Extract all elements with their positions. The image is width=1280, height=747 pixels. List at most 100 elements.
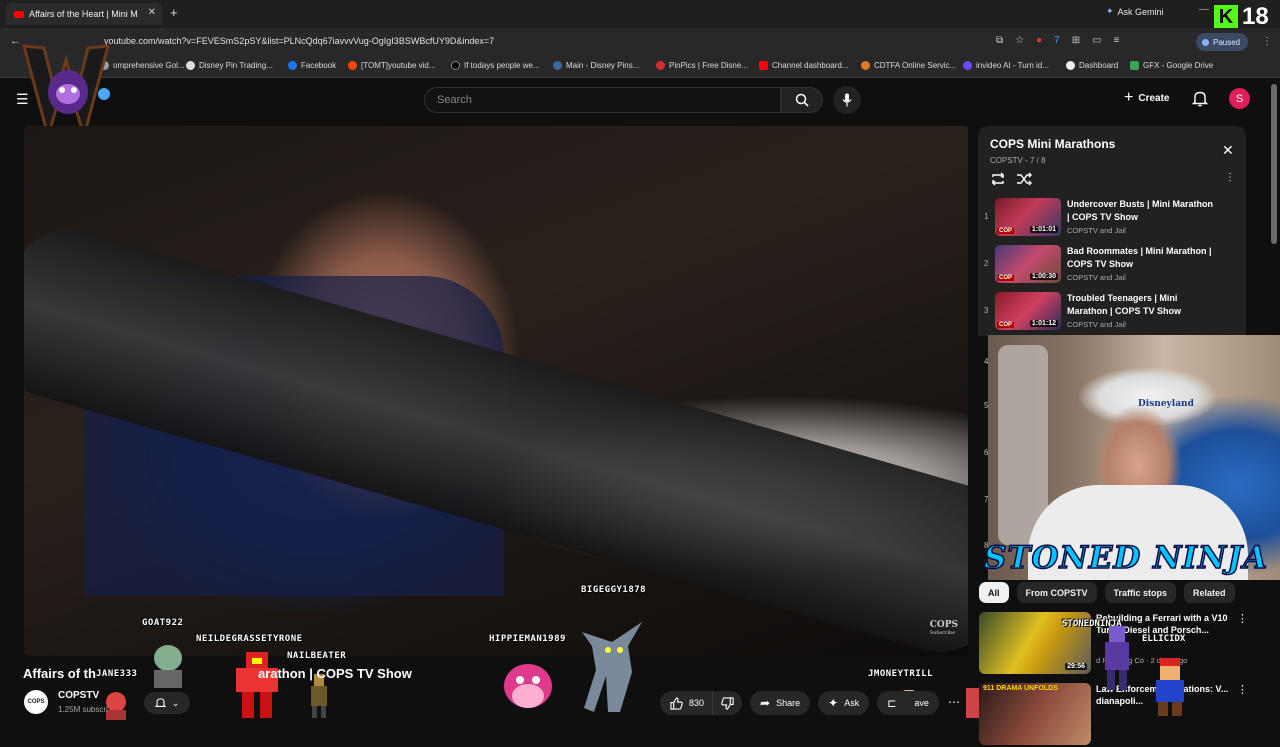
url-field[interactable]: youtube.com/watch?v=FEVESmS2pSY&list=PLN… — [104, 36, 494, 46]
profile-paused-button[interactable]: Paused — [1196, 33, 1249, 51]
playlist-item[interactable]: 3 COP 1:01:12 Troubled Teenagers | Mini … — [978, 290, 1246, 336]
browser-tab-active[interactable]: Affairs of the Heart | Mini M ✕ — [6, 3, 162, 25]
bell-icon — [1191, 91, 1209, 107]
bookmark-item[interactable]: Disney Pin Trading... — [186, 61, 273, 70]
pixel-sprite-ninja — [1105, 626, 1129, 690]
microphone-icon — [842, 93, 852, 107]
playlist-item[interactable]: 1 COP 1:01:01 Undercover Busts | Mini Ma… — [978, 196, 1246, 242]
pixel-sprite-heart-creature — [504, 664, 552, 708]
pixel-sprite-gremlin — [582, 622, 642, 712]
tab-close-icon[interactable]: ✕ — [148, 7, 156, 18]
extensions-puzzle-icon[interactable]: ⊞ — [1072, 35, 1080, 46]
channel-avatar[interactable]: COPS — [24, 690, 48, 714]
chat-overlay-name: HIPPIEMAN1989 — [489, 634, 566, 644]
youtube-header: ☰ Search + Create S — [0, 78, 1280, 122]
chevron-down-icon: ⌄ — [171, 697, 180, 708]
window-minimize-button[interactable]: — — [1199, 4, 1209, 15]
close-icon[interactable]: ✕ — [1222, 142, 1234, 159]
new-tab-button[interactable]: + — [170, 5, 178, 20]
subscribed-notifications-button[interactable]: ⌄ — [144, 692, 190, 714]
chip-all[interactable]: All — [979, 582, 1009, 603]
channel-name[interactable]: COPSTV — [58, 690, 99, 701]
pixel-sprite-mario — [1156, 658, 1184, 716]
ask-gemini-label: Ask Gemini — [1117, 6, 1164, 17]
bookmark-item[interactable]: Channel dashboard... — [759, 61, 849, 70]
playlist-item-channel: COPSTV and Jail — [1067, 320, 1126, 329]
cops-badge: COP — [997, 322, 1015, 328]
bookmark-item[interactable]: [TOMT]youtube vid... — [348, 61, 436, 70]
playlist-index: 4 — [984, 357, 989, 366]
playlist-title[interactable]: COPS Mini Marathons — [990, 137, 1115, 151]
video-actions: 830 ➦ Share ✦ Ask ⊏ ave — [660, 691, 939, 715]
playlist-thumbnail: COP 1:00:30 — [995, 245, 1061, 283]
cops-watermark[interactable]: COPS Subscribe — [930, 620, 958, 636]
search-input[interactable]: Search — [424, 87, 781, 113]
chat-overlay-name: BIGEGGY1878 — [581, 585, 647, 595]
chip-from-copstv[interactable]: From COPSTV — [1016, 582, 1097, 603]
more-actions-icon[interactable]: ⋯ — [948, 695, 960, 709]
recommended-video[interactable]: 911 DRAMA UNFOLDS Law Enforcement ... at… — [979, 683, 1248, 747]
bell-icon — [154, 698, 166, 707]
thumbnail-text: 911 DRAMA UNFOLDS — [983, 685, 1058, 692]
install-icon[interactable]: ⧉ — [996, 35, 1003, 46]
video-title: Affairs of th arathon | COPS TV Show — [23, 666, 412, 681]
save-label: ave — [914, 698, 929, 708]
save-button[interactable]: ⊏ ave — [877, 691, 939, 715]
extension-red-icon[interactable]: ● — [1036, 35, 1042, 46]
extension-translate-icon[interactable]: 7 — [1054, 35, 1060, 46]
share-button[interactable]: ➦ Share — [750, 691, 811, 715]
bookmark-item[interactable]: Facebook — [288, 61, 336, 70]
search-icon — [795, 93, 809, 107]
pixel-sprite-robot — [236, 652, 278, 718]
playlist-index: 6 — [984, 448, 989, 457]
streamer-tag: ELLICIDX — [1142, 634, 1186, 644]
bookmark-item[interactable]: PinPics | Free Disne... — [656, 61, 748, 70]
bookmark-item[interactable]: CDTFA Online Servic... — [861, 61, 956, 70]
dislike-button[interactable] — [712, 691, 743, 715]
account-avatar[interactable]: S — [1229, 88, 1250, 109]
loop-icon[interactable] — [990, 172, 1006, 186]
share-label: Share — [776, 698, 801, 708]
media-icon[interactable]: ≡ — [1114, 35, 1120, 46]
create-label: Create — [1138, 92, 1170, 104]
playlist-item-title: Troubled Teenagers | Mini Marathon | COP… — [1067, 293, 1182, 316]
sidepanel-icon[interactable]: ▭ — [1092, 35, 1101, 46]
chip-traffic-stops[interactable]: Traffic stops — [1104, 582, 1177, 603]
chat-overlay-name: NAILBEATER — [287, 651, 347, 661]
create-button[interactable]: + Create — [1124, 89, 1169, 107]
bookmark-item[interactable]: Dashboard — [1066, 61, 1118, 70]
thumbs-down-icon — [721, 696, 734, 710]
dashboard-icon — [1066, 61, 1075, 70]
shuffle-icon[interactable] — [1016, 172, 1032, 186]
ask-button[interactable]: ✦ Ask — [818, 691, 870, 715]
more-options-icon[interactable]: ⋮ — [1237, 683, 1248, 696]
bookmark-star-icon[interactable]: ☆ — [1015, 35, 1024, 46]
ask-gemini-button[interactable]: ✦ Ask Gemini — [1106, 6, 1164, 17]
cops-badge: COP — [997, 228, 1015, 234]
bookmark-item[interactable]: invideo AI - Turn id... — [963, 61, 1049, 70]
bookmark-item[interactable]: Main - Disney Pins... — [553, 61, 639, 70]
share-icon: ➦ — [760, 696, 771, 710]
playlist-item[interactable]: 2 COP 1:00:30 Bad Roommates | Mini Marat… — [978, 243, 1246, 289]
browser-tab-bar: Affairs of the Heart | Mini M ✕ + ✦ Ask … — [0, 0, 1280, 30]
pinpics-icon — [656, 61, 665, 70]
page-scrollbar[interactable] — [1271, 84, 1277, 244]
playlist-index: 1 — [984, 212, 989, 221]
cops-badge: COP — [997, 275, 1015, 281]
bookmark-item[interactable]: GFX - Google Drive — [1130, 61, 1213, 70]
like-button[interactable]: 830 — [660, 691, 713, 715]
chip-related[interactable]: Related — [1184, 582, 1235, 603]
browser-menu-icon[interactable]: ⋮ — [1262, 36, 1272, 47]
sparkle-icon: ✦ — [828, 696, 839, 710]
cap-logo-text: Disneyland — [1138, 399, 1194, 409]
video-player[interactable]: COPS Subscribe — [24, 126, 968, 656]
bookmark-item[interactable]: If todays people we... — [451, 61, 540, 70]
subscriber-count: 1.25M subscri — [58, 705, 108, 714]
playlist-item-title: Undercover Busts | Mini Marathon | COPS … — [1067, 199, 1214, 222]
voice-search-button[interactable] — [833, 86, 861, 114]
notifications-button[interactable] — [1191, 90, 1209, 112]
more-options-icon[interactable]: ⋮ — [1237, 612, 1248, 625]
search-button[interactable] — [781, 87, 823, 113]
playlist-menu-icon[interactable]: ⋮ — [1225, 172, 1235, 183]
bookmarks-bar: omprehensive Gol... Disney Pin Trading..… — [0, 56, 1280, 78]
